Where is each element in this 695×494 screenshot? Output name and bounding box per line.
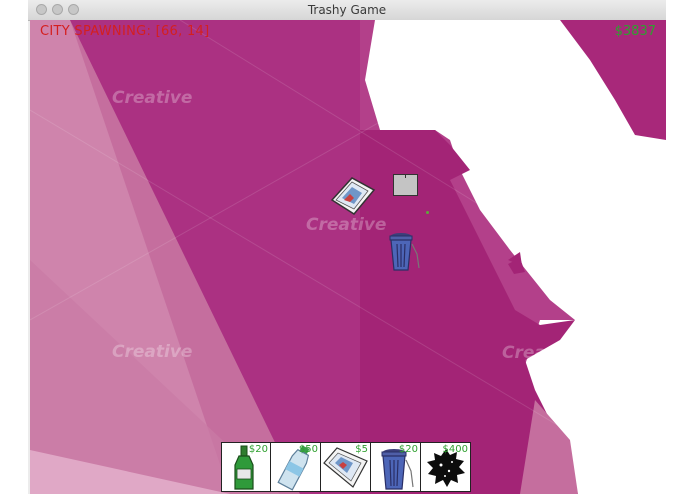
game-canvas[interactable]: Creative Creative Creative Creative Crea… <box>30 20 666 494</box>
game-window: Trashy Game Creative Creative Creative C… <box>0 0 695 494</box>
shop-toolbar: $20 $50 $5 $20 $400 <box>221 442 476 494</box>
window-title: Trashy Game <box>307 3 387 17</box>
window-frame-right <box>666 0 695 494</box>
price-label: $400 <box>442 444 468 455</box>
title-bar[interactable]: Trashy Game <box>28 0 666 21</box>
shop-slot-trash-bin[interactable]: $20 <box>371 442 421 492</box>
price-label: $5 <box>355 444 368 455</box>
placement-cursor[interactable] <box>393 174 418 196</box>
window-frame-left <box>0 0 28 494</box>
shop-slot-bottle[interactable]: $20 <box>221 442 271 492</box>
price-label: $20 <box>398 444 418 455</box>
money-counter: $3837 <box>614 24 656 39</box>
trash-bin-icon[interactable] <box>384 230 424 278</box>
price-label: $50 <box>298 444 318 455</box>
newspaper-icon[interactable] <box>330 176 376 220</box>
watermark: Creative <box>112 342 193 362</box>
shop-slot-black-hole[interactable]: $400 <box>421 442 471 492</box>
shop-slot-plastic-bottle[interactable]: $50 <box>271 442 321 492</box>
spawn-marker <box>426 211 429 214</box>
watermark: Creative <box>502 343 583 363</box>
city-spawning-label: CITY SPAWNING: [66, 14] <box>40 24 210 39</box>
price-label: $20 <box>248 444 268 455</box>
watermark: Creative <box>112 88 193 108</box>
shop-slot-newspaper[interactable]: $5 <box>321 442 371 492</box>
watermark: Creative <box>502 90 583 110</box>
